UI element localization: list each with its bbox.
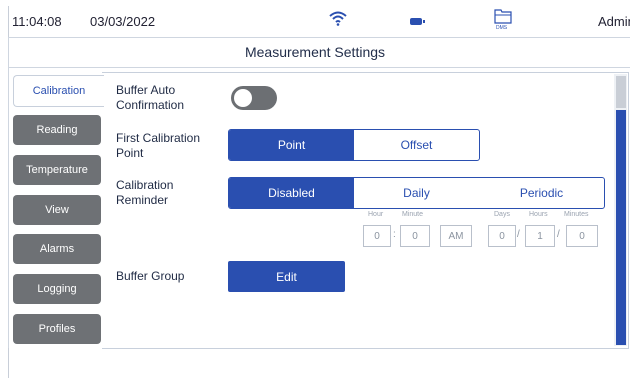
tab-logging[interactable]: Logging [13,274,101,304]
scrollbar-top-segment[interactable] [616,76,626,108]
option-point[interactable]: Point [229,130,354,160]
buffer-group-label: Buffer Group [116,269,185,283]
days-separator: / [517,229,520,240]
hours-separator: / [557,229,560,240]
settings-panel [102,72,629,349]
title-divider [8,67,630,68]
first-calibration-selector: Point Offset [228,129,480,161]
minutes-label: Minutes [564,211,589,218]
time-separator: : [393,229,396,240]
option-daily[interactable]: Daily [354,178,479,208]
tab-calibration[interactable]: Calibration [13,75,104,107]
option-periodic[interactable]: Periodic [479,178,604,208]
tab-temperature[interactable]: Temperature [13,155,101,185]
first-calibration-label: First Calibration Point [116,131,201,160]
hours-label: Hours [529,211,548,218]
tab-view[interactable]: View [13,195,101,225]
toggle-knob [234,89,252,107]
hour-input[interactable]: 0 [363,225,391,247]
scrollbar-thumb[interactable] [616,110,626,345]
folder-label: DMS [496,25,508,31]
folder-icon[interactable]: DMS [494,8,512,35]
clock-time: 11:04:08 [12,14,62,29]
minutes-input[interactable]: 0 [566,225,598,247]
minute-input[interactable]: 0 [400,225,430,247]
days-label: Days [494,211,510,218]
page-title: Measurement Settings [244,44,386,60]
buffer-auto-label: Buffer Auto Confirmation [116,83,185,112]
calibration-reminder-selector: Disabled Daily Periodic [228,177,605,209]
hours-input[interactable]: 1 [525,225,555,247]
hour-label: Hour [368,211,384,218]
battery-icon [410,18,425,25]
status-bar: 11:04:08 03/03/2022 DMS Admin [8,6,630,37]
buffer-auto-toggle[interactable] [231,86,277,110]
days-input[interactable]: 0 [488,225,516,247]
tab-profiles[interactable]: Profiles [13,314,101,344]
user-name[interactable]: Admin [598,14,630,29]
wifi-icon [328,10,348,29]
option-offset[interactable]: Offset [354,130,479,160]
option-disabled[interactable]: Disabled [229,178,354,208]
minute-label: Minute [402,211,424,218]
tab-alarms[interactable]: Alarms [13,234,101,264]
tab-reading[interactable]: Reading [13,115,101,145]
ampm-input[interactable]: AM [440,225,472,247]
edit-buffer-group-button[interactable]: Edit [228,261,345,292]
calibration-reminder-label: Calibration Reminder [116,178,174,207]
clock-date: 03/03/2022 [90,14,156,29]
